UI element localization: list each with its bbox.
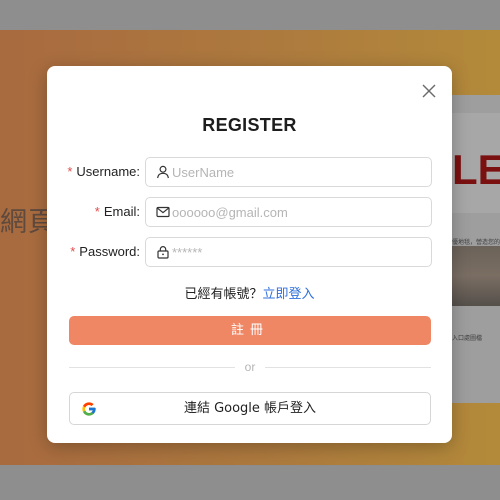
divider-line-right	[265, 367, 431, 368]
register-button[interactable]: 註冊	[69, 316, 431, 345]
close-icon	[422, 84, 436, 98]
login-prompt: 已經有帳號？	[184, 287, 263, 302]
google-login-button[interactable]: 連結 Google 帳戶登入	[69, 392, 431, 425]
login-hint: 已經有帳號？立即登入	[47, 283, 452, 302]
dialog-title: REGISTER	[202, 115, 297, 135]
register-dialog: REGISTER *Username: *Email: *Password:	[47, 66, 452, 443]
email-label-text: Email	[103, 204, 137, 219]
background-header	[0, 0, 500, 30]
background-footer	[0, 465, 500, 500]
required-mark: *	[94, 204, 100, 219]
background-panel-photo	[452, 246, 500, 306]
username-label-colon: :	[136, 164, 140, 179]
or-divider: or	[69, 360, 431, 374]
password-label: * Password:	[70, 237, 140, 267]
close-button[interactable]	[420, 82, 438, 100]
mail-icon	[156, 206, 170, 218]
username-label: * Username:	[67, 157, 140, 187]
required-mark: *	[70, 244, 76, 259]
google-login-label: 連結 Google 帳戶登入	[183, 401, 317, 416]
background-panel-title: LE	[452, 146, 500, 193]
email-field[interactable]	[145, 197, 432, 227]
password-label-text: Password	[79, 244, 137, 259]
password-input[interactable]	[172, 238, 422, 266]
username-input[interactable]	[172, 158, 422, 186]
email-label: * Email:	[95, 197, 140, 227]
login-link[interactable]: 立即登入	[263, 287, 315, 302]
password-field[interactable]	[145, 237, 432, 267]
password-label-colon: :	[136, 244, 140, 259]
username-row: * Username:	[47, 157, 452, 187]
lock-icon	[157, 246, 169, 259]
username-label-text: Username	[76, 164, 137, 179]
background-panel-caption-2: 入口處圖檔	[452, 335, 483, 342]
username-field[interactable]	[145, 157, 432, 187]
email-row: * Email:	[47, 197, 452, 227]
user-icon	[157, 165, 169, 179]
required-mark: *	[67, 164, 73, 179]
email-label-colon: :	[136, 204, 140, 219]
background-panel-caption: 優地毯，營造您的家	[452, 239, 500, 246]
password-row: * Password:	[47, 237, 452, 267]
email-input[interactable]	[172, 198, 422, 226]
